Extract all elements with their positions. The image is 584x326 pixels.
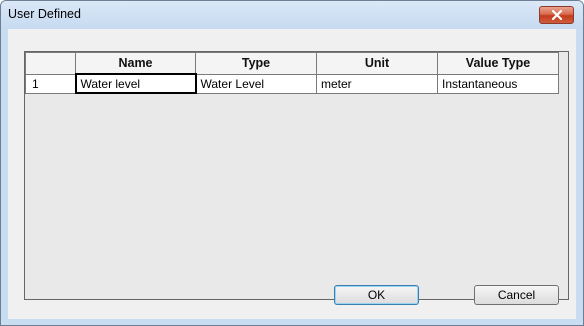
close-button[interactable] (539, 6, 574, 24)
column-header-type[interactable]: Type (195, 52, 317, 75)
window-title: User Defined (8, 7, 81, 21)
title-bar[interactable]: User Defined (1, 1, 583, 29)
name-cell[interactable]: Water level (74, 73, 197, 94)
column-header-name[interactable]: Name (75, 52, 196, 75)
table-row[interactable]: 1 Water level Water Level meter Instanta… (25, 73, 559, 94)
grid-table: Name Type Unit Value Type 1 Water level … (25, 52, 559, 94)
close-icon (551, 10, 563, 20)
column-header-unit[interactable]: Unit (316, 52, 438, 75)
dialog-client-area: Name Type Unit Value Type 1 Water level … (8, 29, 576, 319)
dialog-window: User Defined Name Type Unit Value Type 1… (0, 0, 584, 326)
column-header-value-type[interactable]: Value Type (437, 52, 559, 75)
unit-cell[interactable]: meter (316, 73, 438, 94)
cancel-button[interactable]: Cancel (474, 285, 559, 305)
type-cell[interactable]: Water Level (195, 73, 317, 94)
row-number-cell[interactable]: 1 (25, 73, 76, 94)
grid-header-row: Name Type Unit Value Type (25, 52, 559, 75)
user-defined-grid[interactable]: Name Type Unit Value Type 1 Water level … (24, 51, 569, 300)
row-header-corner[interactable] (25, 52, 76, 75)
value-type-cell[interactable]: Instantaneous (437, 73, 559, 94)
ok-button[interactable]: OK (334, 285, 419, 305)
